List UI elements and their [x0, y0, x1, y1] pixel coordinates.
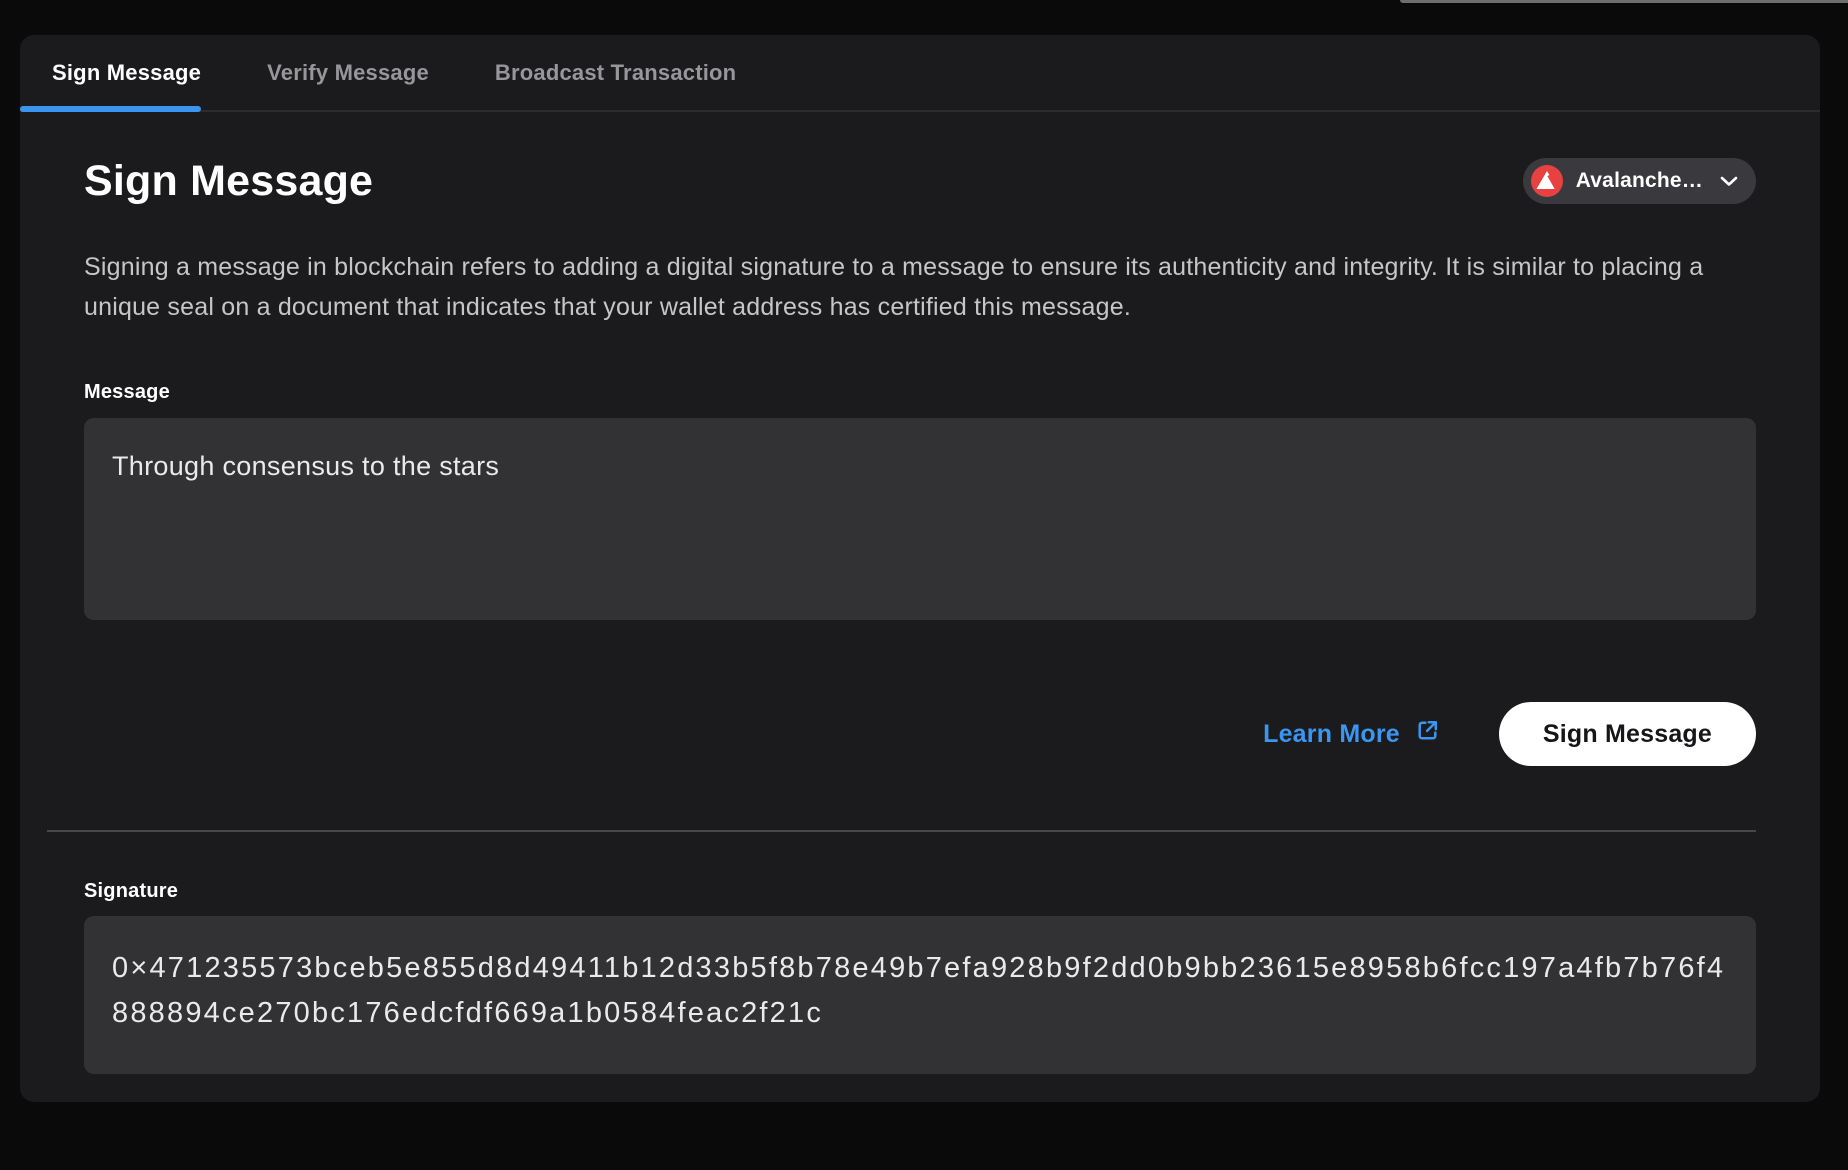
top-edge-artifact — [1400, 0, 1848, 3]
description-text: Signing a message in blockchain refers t… — [84, 247, 1724, 327]
panel-content: Sign Message Avalanche… Signing a m — [20, 157, 1820, 1074]
message-label: Message — [84, 381, 1756, 404]
header-row: Sign Message Avalanche… — [84, 157, 1756, 205]
tab-label: Verify Message — [267, 60, 429, 86]
signature-label: Signature — [84, 880, 1756, 903]
page-title: Sign Message — [84, 157, 373, 206]
network-selector[interactable]: Avalanche… — [1523, 158, 1756, 204]
signature-output[interactable]: 0×471235573bceb5e855d8d49411b12d33b5f8b7… — [84, 916, 1756, 1074]
active-tab-indicator — [20, 106, 201, 112]
learn-more-link[interactable]: Learn More — [1263, 717, 1441, 751]
tab-sign-message[interactable]: Sign Message — [20, 35, 201, 110]
avalanche-logo-icon — [1531, 165, 1563, 197]
tab-broadcast-transaction[interactable]: Broadcast Transaction — [495, 35, 736, 110]
signature-value: 0×471235573bceb5e855d8d49411b12d33b5f8b7… — [112, 952, 1725, 1029]
sign-message-button[interactable]: Sign Message — [1499, 702, 1756, 766]
tab-bar: Sign Message Verify Message Broadcast Tr… — [20, 35, 1820, 112]
tab-label: Sign Message — [52, 60, 201, 86]
tab-label: Broadcast Transaction — [495, 60, 736, 86]
section-divider — [47, 830, 1756, 832]
chevron-down-icon — [1720, 176, 1738, 187]
actions-row: Learn More Sign Message — [84, 702, 1756, 766]
tab-verify-message[interactable]: Verify Message — [267, 35, 429, 110]
external-link-icon — [1414, 717, 1441, 751]
network-selector-label: Avalanche… — [1576, 169, 1703, 193]
sign-message-panel: Sign Message Verify Message Broadcast Tr… — [20, 35, 1820, 1102]
message-input[interactable]: Through consensus to the stars — [84, 418, 1756, 620]
learn-more-label: Learn More — [1263, 720, 1400, 749]
